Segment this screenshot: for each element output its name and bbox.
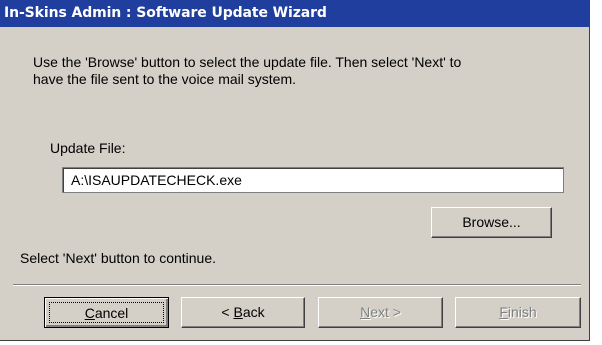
browse-button[interactable]: Browse... <box>431 207 552 238</box>
cancel-button[interactable]: Cancel <box>44 297 169 328</box>
status-text: Select 'Next' button to continue. <box>20 250 217 266</box>
back-button[interactable]: < Back <box>181 297 305 328</box>
focus-rectangle: Cancel <box>49 302 164 323</box>
update-file-label: Update File: <box>50 140 126 156</box>
back-label-rest: ack <box>242 304 265 320</box>
next-mnemonic: N <box>360 304 371 320</box>
instructions-line-1: Use the 'Browse' button to select the up… <box>33 54 462 70</box>
title-bar[interactable]: In-Skins Admin : Software Update Wizard <box>0 0 589 27</box>
window-title: In-Skins Admin : Software Update Wizard <box>4 5 327 21</box>
back-prefix: < <box>221 304 234 320</box>
finish-label-rest: inish <box>507 304 537 320</box>
update-file-input[interactable] <box>62 167 564 193</box>
finish-button[interactable]: Finish <box>455 297 581 328</box>
finish-mnemonic: F <box>499 304 508 320</box>
cancel-mnemonic: C <box>84 305 95 321</box>
instructions-text: Use the 'Browse' button to select the up… <box>33 54 553 88</box>
cancel-label-rest: ancel <box>94 305 129 321</box>
separator <box>13 284 581 286</box>
wizard-window: In-Skins Admin : Software Update Wizard … <box>0 0 590 341</box>
next-button[interactable]: Next > <box>318 297 443 328</box>
back-mnemonic: B <box>233 304 243 320</box>
instructions-line-2: have the file sent to the voice mail sys… <box>33 71 297 87</box>
next-label-rest: ext > <box>370 304 401 320</box>
